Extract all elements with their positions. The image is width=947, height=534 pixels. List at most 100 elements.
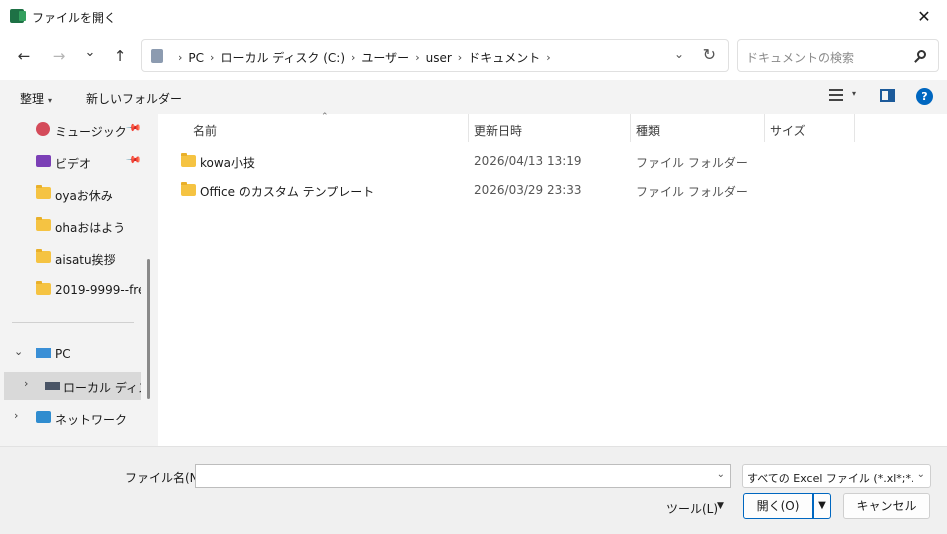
- sidebar-item-label: 2019-9999--free: [55, 283, 141, 297]
- breadcrumb-separator[interactable]: ›: [351, 51, 355, 64]
- breadcrumb-documents[interactable]: ドキュメント: [468, 49, 540, 66]
- column-header-name[interactable]: 名前: [187, 114, 469, 142]
- breadcrumb-pc[interactable]: PC: [188, 51, 204, 65]
- breadcrumb-separator[interactable]: ›: [415, 51, 419, 64]
- folder-icon: [36, 281, 51, 295]
- sidebar-item-label: oyaお休み: [55, 189, 113, 203]
- close-button[interactable]: ✕: [901, 0, 947, 34]
- title-bar: ファイルを開く ✕: [0, 0, 947, 34]
- view-options-caret-icon[interactable]: ▾: [852, 89, 856, 98]
- open-button[interactable]: 開く(O): [743, 493, 813, 519]
- column-divider[interactable]: [854, 114, 855, 142]
- sidebar-item-videos[interactable]: ビデオ 📌: [0, 148, 142, 176]
- forward-button[interactable]: →: [48, 45, 70, 67]
- excel-app-icon: [10, 9, 26, 23]
- network-icon: [36, 411, 51, 423]
- sidebar-item-oya[interactable]: oyaお休み: [0, 180, 142, 208]
- refresh-button[interactable]: ↻: [703, 45, 716, 64]
- up-button[interactable]: ↑: [109, 45, 131, 67]
- sidebar-item-label: ローカル ディスク: [63, 381, 141, 395]
- column-header-label: 名前: [193, 124, 218, 138]
- new-folder-button[interactable]: 新しいフォルダー: [86, 90, 182, 107]
- list-item[interactable]: Office のカスタム テンプレート 2026/03/29 23:33 ファイ…: [178, 176, 918, 202]
- breadcrumb-users[interactable]: ユーザー: [361, 49, 409, 66]
- folder-icon: [181, 153, 196, 167]
- pin-icon: 📌: [124, 152, 142, 169]
- sidebar-divider: [12, 322, 134, 323]
- file-modified: 2026/04/13 13:19: [474, 154, 582, 168]
- tools-button[interactable]: ツール(L): [666, 500, 718, 517]
- preview-pane-icon[interactable]: [880, 89, 895, 102]
- sidebar-item-network[interactable]: › ネットワーク: [0, 404, 142, 432]
- file-type: ファイル フォルダー: [636, 185, 748, 199]
- folder-icon: [36, 185, 51, 199]
- sidebar-item-label: PC: [55, 347, 71, 361]
- back-button[interactable]: ←: [13, 45, 35, 67]
- command-bar: 整理 ▾ 新しいフォルダー ▾ ?: [0, 80, 947, 114]
- tools-caret-icon[interactable]: ▼: [717, 501, 724, 511]
- sidebar-item-2019[interactable]: 2019-9999--free: [0, 276, 142, 304]
- folder-icon: [181, 182, 196, 196]
- sidebar-scrollbar[interactable]: [147, 259, 150, 399]
- file-type: ファイル フォルダー: [636, 156, 748, 170]
- pc-icon: [36, 348, 51, 358]
- column-header-modified[interactable]: 更新日時: [468, 114, 630, 142]
- column-header-type[interactable]: 種類: [630, 114, 764, 142]
- file-modified: 2026/03/29 23:33: [474, 183, 582, 197]
- navigation-bar: ← → ⌄ ↑ › PC › ローカル ディスク (C:) › ユーザー › u…: [0, 34, 947, 80]
- breadcrumb-separator[interactable]: ›: [210, 51, 214, 64]
- address-bar[interactable]: › PC › ローカル ディスク (C:) › ユーザー › user › ドキ…: [141, 39, 729, 72]
- sidebar-item-aisatu[interactable]: aisatu挨拶: [0, 244, 142, 272]
- file-list: ⌃ 名前 更新日時 種類 サイズ kowa小技 2026/04/13 13:19…: [158, 112, 947, 446]
- sidebar-item-label: ネットワーク: [55, 413, 128, 427]
- pc-location-icon: [151, 49, 163, 63]
- breadcrumb-user[interactable]: user: [426, 51, 452, 65]
- sidebar-item-music[interactable]: ミュージック 📌: [0, 116, 142, 144]
- folder-icon: [36, 249, 51, 263]
- music-icon: [36, 122, 50, 136]
- sidebar-item-label: ミュージック: [55, 125, 127, 139]
- search-input[interactable]: ドキュメントの検索: [737, 39, 939, 72]
- breadcrumb: › PC › ローカル ディスク (C:) › ユーザー › user › ドキ…: [172, 49, 557, 66]
- column-header-label: 種類: [636, 124, 661, 138]
- sidebar-item-oha[interactable]: ohaおはよう: [0, 212, 142, 240]
- column-header-label: 更新日時: [474, 124, 523, 138]
- sidebar-item-label: ビデオ: [55, 157, 92, 171]
- address-history-dropdown[interactable]: ⌄: [674, 47, 684, 61]
- recent-locations-button[interactable]: ⌄: [79, 42, 101, 64]
- file-name: kowa小技: [200, 156, 256, 170]
- search-placeholder: ドキュメントの検索: [746, 51, 855, 65]
- list-item[interactable]: kowa小技 2026/04/13 13:19 ファイル フォルダー: [178, 147, 918, 173]
- expand-chevron-icon[interactable]: ›: [24, 377, 28, 390]
- dialog-footer: ファイル名(N): ⌄ すべての Excel ファイル (*.xl*;*.xls…: [0, 446, 947, 534]
- help-icon[interactable]: ?: [916, 88, 933, 105]
- breadcrumb-separator[interactable]: ›: [458, 51, 462, 64]
- video-icon: [36, 155, 51, 167]
- expand-chevron-icon[interactable]: ›: [14, 409, 18, 422]
- cancel-button[interactable]: キャンセル: [843, 493, 930, 519]
- organize-caret-icon: ▾: [48, 96, 53, 105]
- column-header-size[interactable]: サイズ: [764, 114, 854, 142]
- navigation-pane: ミュージック 📌 ビデオ 📌 oyaお休み ohaおはよう aisatu挨拶 2…: [0, 114, 158, 446]
- filename-input[interactable]: ⌄: [195, 464, 731, 488]
- view-options-icon[interactable]: [829, 89, 843, 101]
- expand-chevron-icon[interactable]: ⌄: [14, 345, 23, 358]
- filename-history-dropdown[interactable]: ⌄: [717, 469, 725, 480]
- breadcrumb-local-disk[interactable]: ローカル ディスク (C:): [220, 49, 345, 66]
- pin-icon: 📌: [124, 120, 142, 137]
- sidebar-item-local-disk[interactable]: › ローカル ディスク: [4, 372, 141, 400]
- breadcrumb-separator: ›: [178, 51, 183, 64]
- chevron-down-icon: ⌄: [916, 469, 925, 480]
- sidebar-item-label: aisatu挨拶: [55, 253, 116, 267]
- breadcrumb-separator[interactable]: ›: [546, 51, 550, 64]
- file-type-filter[interactable]: すべての Excel ファイル (*.xl*;*.xlsx; ⌄: [742, 464, 931, 488]
- file-name: Office のカスタム テンプレート: [200, 185, 375, 199]
- column-header-label: サイズ: [770, 124, 806, 138]
- organize-button[interactable]: 整理 ▾: [20, 90, 52, 107]
- window-title: ファイルを開く: [32, 11, 117, 25]
- sidebar-item-label: ohaおはよう: [55, 221, 126, 235]
- file-type-filter-label: すべての Excel ファイル (*.xl*;*.xlsx;: [747, 472, 913, 485]
- sidebar-item-pc[interactable]: ⌄ PC: [0, 340, 142, 368]
- organize-label: 整理: [20, 92, 45, 106]
- open-options-dropdown[interactable]: ▼: [813, 493, 831, 519]
